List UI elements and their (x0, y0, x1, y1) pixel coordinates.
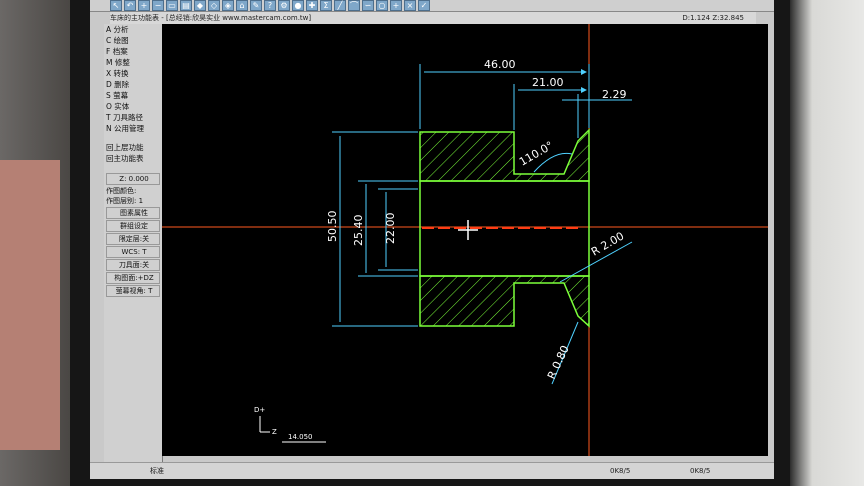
menu-item-solids[interactable]: O 实体 (104, 101, 162, 112)
menu-item-analyze[interactable]: A 分析 (104, 24, 162, 35)
curve-icon[interactable]: ∽ (362, 0, 374, 11)
status-tail: 0K8/5 (690, 467, 711, 475)
dimension-r0-80[interactable]: R 0.80 (545, 343, 572, 381)
title-bar: 车床的主功能表 - [总经销:欣昊实业 www.mastercam.com.tw… (110, 12, 756, 24)
status-groups[interactable]: 群组设定 (106, 220, 160, 232)
part-upper-hatch (419, 128, 590, 182)
dimension-2-29[interactable]: 2.29 (602, 88, 627, 101)
menu-back-button[interactable]: 回上层功能 (104, 142, 162, 153)
status-gview[interactable]: 萤幕视角: T (106, 285, 160, 297)
status-mask[interactable]: 限定层:关 (106, 233, 160, 245)
sphere-icon[interactable]: ● (292, 0, 304, 11)
status-level[interactable]: 作图层别: 1 (104, 196, 162, 206)
graphics-canvas[interactable]: 46.00 21.00 2.29 110.0° 50.50 25.40 22.0… (162, 24, 768, 456)
application-screen: ↖ ↶ + − ▭ ▤ ◆ ◇ ◈ ⌂ ✎ ? ⚙ ● ✚ Σ ╱ ⌒ ∽ ○ … (90, 0, 774, 479)
dimension-46[interactable]: 46.00 (484, 58, 516, 71)
coordinate-readout: D:1.124 Z:32.845 (682, 14, 744, 22)
help-icon[interactable]: ? (264, 0, 276, 11)
menu-item-screen[interactable]: S 萤幕 (104, 90, 162, 101)
scale-label: 14.050 (288, 433, 313, 441)
part-lower-hatch (419, 275, 590, 328)
dimension-r2[interactable]: R 2.00 (589, 230, 626, 259)
menu-item-create[interactable]: C 绘图 (104, 35, 162, 46)
background-object (0, 160, 60, 450)
menu-item-delete[interactable]: D 删除 (104, 79, 162, 90)
status-cplane[interactable]: 构图面:+DZ (106, 272, 160, 284)
menu-item-nc-utils[interactable]: N 公用管理 (104, 123, 162, 134)
status-color[interactable]: 作图颜色: (104, 186, 162, 196)
status-wcs[interactable]: WCS: T (106, 246, 160, 258)
zoom-out-icon[interactable]: − (152, 0, 164, 11)
dimension-angle[interactable]: 110.0° (517, 139, 556, 169)
arrow-icon[interactable]: ↖ (110, 0, 122, 11)
dimension-22-00[interactable]: 22.00 (384, 213, 397, 245)
settings-icon[interactable]: ⚙ (278, 0, 290, 11)
axis-d-label: D+ (254, 406, 265, 414)
plus-icon[interactable]: + (390, 0, 402, 11)
dimension-21[interactable]: 21.00 (532, 76, 564, 89)
menu-item-toolpaths[interactable]: T 刀具路径 (104, 112, 162, 123)
undo-icon[interactable]: ↶ (124, 0, 136, 11)
eraser-icon[interactable]: ✎ (250, 0, 262, 11)
axis-z-label: Z (272, 428, 277, 436)
status-attributes[interactable]: 图素属性 (106, 207, 160, 219)
cube-icon[interactable]: ◆ (194, 0, 206, 11)
zoom-icon[interactable]: + (138, 0, 150, 11)
arc-icon[interactable]: ⌒ (348, 0, 360, 11)
dimension-50-50[interactable]: 50.50 (326, 211, 339, 243)
status-left: 标准 (150, 467, 164, 475)
window-icon[interactable]: ▭ (166, 0, 178, 11)
home-icon[interactable]: ⌂ (236, 0, 248, 11)
tools-icon[interactable]: ✚ (306, 0, 318, 11)
check-icon[interactable]: ✓ (418, 0, 430, 11)
status-tplane[interactable]: 刀具面:关 (106, 259, 160, 271)
menu-item-file[interactable]: F 档案 (104, 46, 162, 57)
view2-icon[interactable]: ◈ (222, 0, 234, 11)
line-icon[interactable]: ╱ (334, 0, 346, 11)
status-z-depth[interactable]: Z: 0.000 (106, 173, 160, 185)
window-title: 车床的主功能表 - [总经销:欣昊实业 www.mastercam.com.tw… (110, 14, 312, 22)
toolbar: ↖ ↶ + − ▭ ▤ ◆ ◇ ◈ ⌂ ✎ ? ⚙ ● ✚ Σ ╱ ⌒ ∽ ○ … (90, 0, 774, 12)
ex-icon[interactable]: × (404, 0, 416, 11)
circle-icon[interactable]: ○ (376, 0, 388, 11)
view-icon[interactable]: ◇ (208, 0, 220, 11)
main-menu: A 分析 C 绘图 F 档案 M 修整 X 转换 D 删除 S 萤幕 O 实体 … (104, 24, 163, 462)
dimension-25-40[interactable]: 25.40 (352, 215, 365, 247)
background-wall-right (790, 0, 864, 486)
sum-icon[interactable]: Σ (320, 0, 332, 11)
menu-main-button[interactable]: 回主功能表 (104, 153, 162, 164)
menu-item-xform[interactable]: X 转换 (104, 68, 162, 79)
print-icon[interactable]: ▤ (180, 0, 192, 11)
status-bar: 标准 0K8/5 0K8/5 (90, 462, 774, 479)
status-right: 0K8/5 (610, 467, 631, 475)
menu-item-modify[interactable]: M 修整 (104, 57, 162, 68)
